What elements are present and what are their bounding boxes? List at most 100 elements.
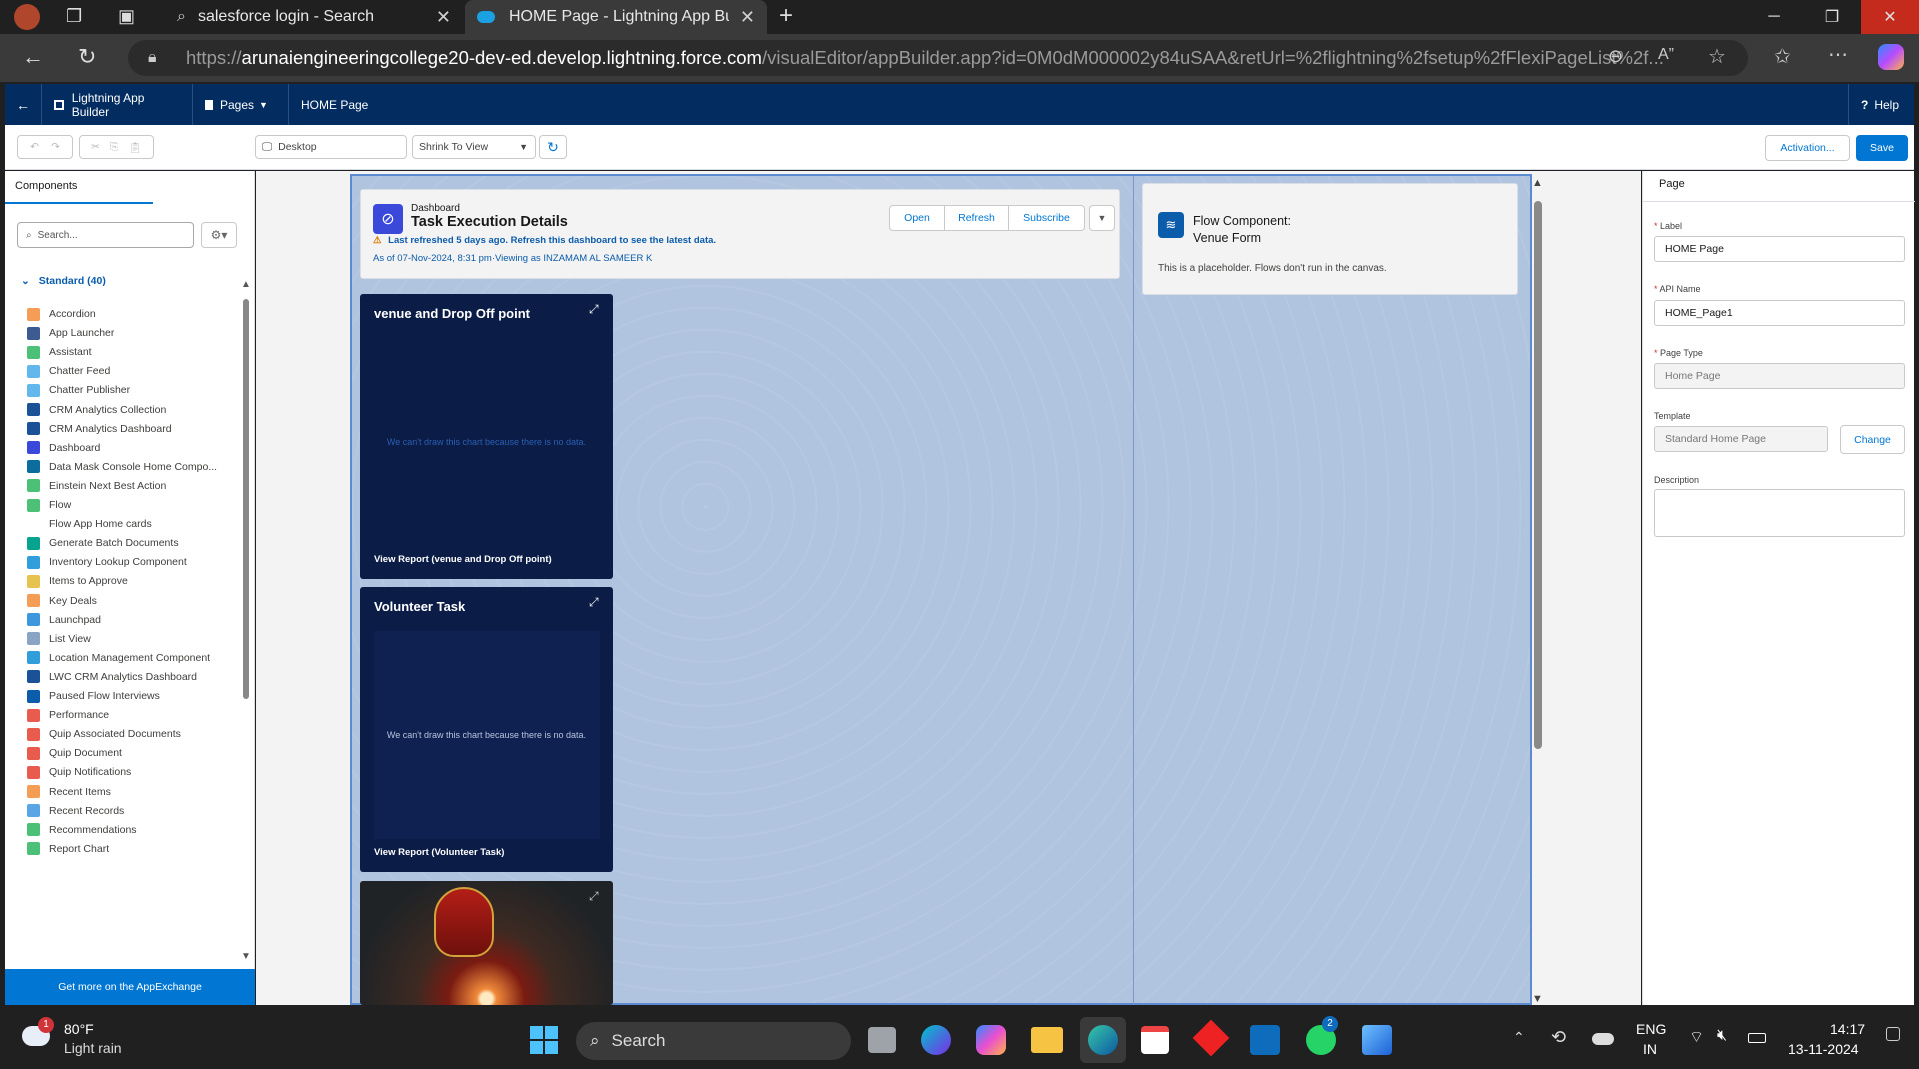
tab-app-builder[interactable]: HOME Page - Lightning App Builder ✕ (465, 0, 767, 34)
back-button[interactable]: ← (5, 84, 42, 125)
more-icon[interactable]: ⋯ (1828, 42, 1848, 67)
file-explorer-icon[interactable] (1031, 1027, 1063, 1053)
scroll-up-icon[interactable]: ▲ (1532, 177, 1543, 189)
component-item[interactable]: Quip Document (27, 744, 122, 762)
close-tab-icon[interactable]: ✕ (436, 7, 451, 28)
save-button[interactable]: Save (1856, 135, 1908, 161)
component-item[interactable]: Recommendations (27, 821, 137, 839)
refresh-button[interactable]: Refresh (945, 205, 1009, 231)
component-item[interactable]: Items to Approve (27, 572, 128, 590)
expand-icon[interactable]: ⤢ (589, 302, 599, 317)
chart-card[interactable]: venue and Drop Off point ⤢ We can't draw… (360, 294, 613, 579)
component-item[interactable]: CRM Analytics Collection (27, 401, 166, 419)
copilot-icon[interactable] (1878, 44, 1904, 70)
onedrive-icon[interactable] (1592, 1033, 1614, 1045)
chevron-up-icon[interactable]: ⌃ (1513, 1029, 1525, 1046)
clock-time[interactable]: 14:17 (1830, 1021, 1865, 1037)
flow-component[interactable]: ≋ Flow Component: Venue Form This is a p… (1142, 183, 1518, 295)
chart-card[interactable]: Volunteer Task ⤢ We can't draw this char… (360, 587, 613, 872)
store-icon[interactable] (1141, 1026, 1169, 1054)
zoom-icon[interactable]: ⊖ (1608, 46, 1623, 67)
tab-search[interactable]: ⌕ salesforce login - Search ✕ (165, 0, 463, 34)
workspaces-icon[interactable]: ❐ (66, 6, 82, 27)
url-field[interactable]: 🔒︎ https://arunaiengineeringcollege20-de… (128, 40, 1748, 76)
profile-avatar[interactable] (14, 4, 40, 30)
scroll-down-icon[interactable]: ▼ (1532, 993, 1543, 1005)
vertical-tabs-icon[interactable]: ▣ (118, 6, 135, 27)
component-item[interactable]: List View (27, 630, 91, 648)
view-report-link[interactable]: View Report (Volunteer Task) (374, 847, 504, 858)
component-item[interactable]: LWC CRM Analytics Dashboard (27, 668, 197, 686)
close-window-button[interactable]: ✕ (1861, 0, 1919, 34)
scroll-thumb[interactable] (1534, 201, 1542, 749)
component-item[interactable]: Accordion (27, 305, 96, 323)
new-tab-icon[interactable]: + (779, 2, 793, 30)
component-item[interactable]: App Launcher (27, 324, 114, 342)
undo-icon[interactable]: ↶ (30, 141, 39, 153)
copilot-app-icon[interactable] (976, 1025, 1006, 1055)
photos-icon[interactable] (1362, 1025, 1392, 1055)
components-search[interactable]: ⌕ Search... (17, 222, 194, 248)
language-region[interactable]: IN (1643, 1041, 1657, 1057)
change-template-button[interactable]: Change (1840, 425, 1905, 454)
restore-button[interactable]: ❐ (1803, 0, 1861, 34)
dashboard-menu-button[interactable]: ▼ (1089, 205, 1115, 231)
component-item[interactable]: Chatter Publisher (27, 381, 130, 399)
help-link[interactable]: ? Help (1848, 84, 1911, 125)
scroll-down-icon[interactable]: ▼ (241, 951, 251, 962)
canvas-scrollbar[interactable]: ▲ ▼ (1532, 177, 1544, 1005)
close-tab-icon[interactable]: ✕ (740, 7, 755, 28)
redo-icon[interactable]: ↷ (51, 141, 60, 153)
component-item[interactable]: Quip Associated Documents (27, 725, 181, 743)
app-icon-red[interactable] (1192, 1019, 1230, 1057)
battery-icon[interactable] (1748, 1033, 1766, 1043)
standard-section-header[interactable]: ⌄ Standard (40) (21, 275, 106, 287)
expand-icon[interactable]: ⤢ (589, 595, 599, 610)
component-item[interactable]: Performance (27, 706, 109, 724)
component-item[interactable]: Recent Records (27, 802, 124, 820)
component-item[interactable]: Report Chart (27, 840, 109, 858)
taskbar-search[interactable]: ⌕ Search (576, 1022, 851, 1060)
minimize-button[interactable]: ─ (1745, 0, 1803, 34)
component-item[interactable]: Launchpad (27, 611, 101, 629)
outlook-icon[interactable] (1250, 1025, 1280, 1055)
edge-icon[interactable] (1080, 1017, 1126, 1063)
component-item[interactable]: Generate Batch Documents (27, 534, 179, 552)
component-item[interactable]: Flow App Home cards (27, 515, 152, 533)
label-input[interactable]: HOME Page (1654, 236, 1905, 262)
notifications-icon[interactable] (1886, 1027, 1900, 1041)
reload-icon[interactable]: ↻ (78, 44, 96, 70)
dashboard-header[interactable]: ⊘ Dashboard Task Execution Details ⚠ Las… (360, 189, 1120, 279)
component-item[interactable]: Quip Notifications (27, 763, 131, 781)
subscribe-button[interactable]: Subscribe (1009, 205, 1085, 231)
sync-icon[interactable]: ⟲ (1551, 1027, 1566, 1048)
language-code[interactable]: ENG (1636, 1021, 1666, 1037)
component-item[interactable]: CRM Analytics Dashboard (27, 420, 172, 438)
component-item[interactable]: Chatter Feed (27, 362, 110, 380)
component-item[interactable]: Inventory Lookup Component (27, 553, 187, 571)
activation-button[interactable]: Activation... (1765, 135, 1850, 161)
paste-icon[interactable]: 📋︎ (129, 141, 142, 154)
device-select[interactable]: 🖵︎ Desktop (255, 135, 407, 159)
scrollbar[interactable]: ▲ ▼ (241, 279, 251, 962)
component-item[interactable]: Key Deals (27, 592, 97, 610)
expand-icon[interactable]: ⤢ (589, 889, 599, 904)
component-item[interactable]: Dashboard (27, 439, 100, 457)
scroll-up-icon[interactable]: ▲ (241, 279, 251, 290)
scroll-thumb[interactable] (243, 299, 249, 699)
refresh-canvas-button[interactable]: ↻ (539, 135, 567, 159)
component-item[interactable]: Location Management Component (27, 649, 210, 667)
favorite-icon[interactable]: ☆ (1708, 44, 1726, 69)
description-textarea[interactable] (1654, 489, 1905, 537)
properties-tab[interactable]: Page (1659, 178, 1685, 190)
start-icon[interactable] (530, 1026, 558, 1054)
task-view-icon[interactable] (868, 1027, 896, 1053)
component-item[interactable]: Data Mask Console Home Compo... (27, 458, 217, 476)
appexchange-link[interactable]: Get more on the AppExchange (5, 969, 255, 1005)
api-name-input[interactable]: HOME_Page1 (1654, 300, 1905, 326)
cut-icon[interactable]: ✂ (91, 141, 100, 153)
settings-menu-button[interactable]: ⚙▾ (201, 222, 237, 248)
view-mode-select[interactable]: Shrink To View ▼ (412, 135, 536, 159)
component-item[interactable]: Recent Items (27, 783, 111, 801)
component-item[interactable]: Flow (27, 496, 71, 514)
